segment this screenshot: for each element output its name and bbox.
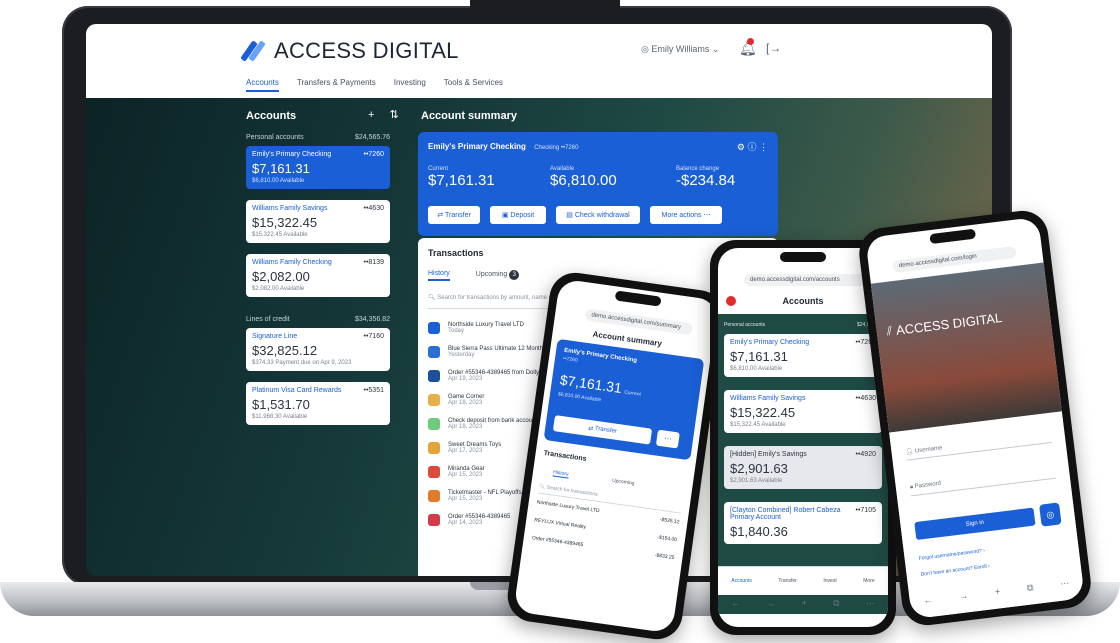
dynamic-island bbox=[780, 252, 826, 262]
more-icon[interactable]: ⋯ bbox=[1060, 578, 1070, 590]
summary-card: Emily's Primary Checking ••7260 $7,161.3… bbox=[543, 338, 705, 461]
tabbar-transfer[interactable]: Transfer bbox=[778, 578, 796, 584]
nav-transfers[interactable]: Transfers & Payments bbox=[297, 78, 376, 92]
more-button[interactable]: ⋯ bbox=[655, 429, 680, 449]
top-header: ACCESS DIGITAL ◎ Emily Williams ⌄ 🔔︎ [→ … bbox=[86, 24, 992, 98]
available-balance: Available $6,810.00 bbox=[550, 166, 617, 189]
brand-name: ACCESS DIGITAL bbox=[274, 38, 459, 63]
accounts-tools[interactable]: + ⇅ bbox=[368, 108, 405, 121]
notification-badge bbox=[747, 38, 754, 45]
summary-title: Account summary bbox=[421, 110, 517, 122]
balance-change: Balance change -$234.84 bbox=[676, 166, 736, 189]
new-tab-icon[interactable]: + bbox=[994, 586, 1001, 598]
deposit-button[interactable]: ▣ Deposit bbox=[490, 206, 546, 224]
address-bar[interactable]: demo.accessdigital.com/accounts bbox=[744, 274, 866, 286]
tabbar-invest[interactable]: Invest bbox=[823, 578, 836, 584]
new-tab-icon[interactable]: + bbox=[802, 598, 807, 609]
forward-icon[interactable]: → bbox=[959, 590, 969, 602]
transactions-title: Transactions bbox=[543, 449, 587, 463]
forward-icon[interactable]: → bbox=[766, 598, 775, 609]
tab-history[interactable]: History bbox=[552, 469, 569, 479]
password-field[interactable]: 🔒︎ Password bbox=[909, 466, 1056, 497]
tabbar-more[interactable]: More bbox=[863, 578, 874, 584]
nav-accounts[interactable]: Accounts bbox=[246, 78, 279, 92]
main-nav: Accounts Transfers & Payments Investing … bbox=[246, 78, 503, 92]
browser-toolbar: ← → + ⧉ ⋯ bbox=[718, 598, 888, 609]
logo-icon: ⫽ bbox=[885, 323, 893, 339]
biometric-button[interactable]: ◎ bbox=[1039, 502, 1062, 527]
hero-image bbox=[870, 262, 1062, 433]
forgot-credentials-link[interactable]: Forgot username/password? › bbox=[918, 548, 985, 562]
account-card[interactable]: Emily's Primary Checking ••7260 $7,161.31… bbox=[246, 146, 390, 189]
summary-card: Emily's Primary Checking Checking ••7260… bbox=[418, 132, 778, 236]
back-icon[interactable]: ← bbox=[731, 598, 740, 609]
transactions-tabs: History Upcoming 3 bbox=[428, 270, 520, 281]
accounts-title: Accounts bbox=[246, 110, 297, 122]
account-mask: ••7260 bbox=[562, 355, 578, 364]
user-menu[interactable]: ◎ Emily Williams ⌄ bbox=[641, 44, 719, 55]
transfer-button[interactable]: ⇄ Transfer bbox=[552, 415, 653, 445]
account-card[interactable]: [Clayton Combined] Robert Cabeza Primary… bbox=[724, 502, 882, 544]
section-header[interactable]: Personal accounts$24,565.76 bbox=[724, 322, 882, 328]
available-amount: $6,810.00 Available bbox=[557, 391, 602, 404]
transfer-button[interactable]: ⇄ Transfer bbox=[428, 206, 480, 224]
tab-bar: Accounts Transfer Invest More bbox=[718, 566, 888, 595]
check-withdrawal-button[interactable]: ▤ Check withdrawal bbox=[556, 206, 640, 224]
nav-investing[interactable]: Investing bbox=[394, 78, 426, 92]
login-form: 👤︎ Username 🔒︎ Password Sign in ◎ Forgot… bbox=[889, 411, 1085, 620]
phone-middle-screen: demo.accessdigital.com/accounts Accounts… bbox=[718, 248, 888, 627]
enroll-link[interactable]: Don't have an account? Enroll › bbox=[920, 563, 990, 577]
tab-upcoming[interactable]: Upcoming 3 bbox=[476, 270, 520, 281]
tab-upcoming[interactable]: Upcoming bbox=[612, 478, 635, 488]
brand-logo[interactable]: ACCESS DIGITAL bbox=[240, 38, 459, 64]
current-balance: Current $7,161.31 bbox=[428, 166, 495, 189]
camera-notch bbox=[470, 0, 620, 22]
summary-actions-icon[interactable]: ⚙ ⓘ ⋮ bbox=[737, 140, 768, 153]
back-icon[interactable]: ← bbox=[923, 595, 933, 607]
account-card[interactable]: Williams Family Savings ••4630 $15,322.45… bbox=[246, 200, 390, 243]
nav-tools[interactable]: Tools & Services bbox=[444, 78, 503, 92]
tabs-icon[interactable]: ⧉ bbox=[833, 598, 839, 609]
logout-icon[interactable]: [→ bbox=[766, 41, 781, 55]
summary-account-name[interactable]: Emily's Primary Checking Checking ••7260 bbox=[428, 142, 578, 151]
more-actions-button[interactable]: More actions ⋯ bbox=[650, 206, 722, 224]
username-field[interactable]: 👤︎ Username bbox=[905, 430, 1052, 461]
account-card[interactable]: Williams Family Checking ••8139 $2,082.00… bbox=[246, 254, 390, 297]
tabbar-accounts[interactable]: Accounts bbox=[731, 578, 752, 584]
credit-card[interactable]: Signature Line ••7160 $32,825.12 $374.33 … bbox=[246, 328, 390, 371]
tabs-icon[interactable]: ⧉ bbox=[1026, 582, 1034, 594]
transactions-title: Transactions bbox=[428, 248, 484, 258]
more-icon[interactable]: ⋯ bbox=[866, 598, 875, 609]
logo-icon bbox=[240, 40, 266, 62]
upcoming-count-badge: 3 bbox=[509, 270, 520, 280]
credit-section-header[interactable]: Lines of credit $34,356.82 bbox=[246, 316, 390, 323]
phone-right-screen: demo.accessdigital.com/login ⫽ ACCESS DIG… bbox=[865, 216, 1085, 620]
tab-history[interactable]: History bbox=[428, 270, 450, 281]
account-card[interactable]: Emily's Primary Checking ••7260 $7,161.31… bbox=[724, 334, 882, 377]
deposit-section-header[interactable]: Personal accounts $24,565.76 bbox=[246, 134, 390, 141]
sign-in-button[interactable]: Sign in bbox=[914, 507, 1036, 541]
credit-card[interactable]: Platinum Visa Card Rewards ••5351 $1,531.… bbox=[246, 382, 390, 425]
screen-title: Accounts bbox=[782, 296, 824, 306]
account-card[interactable]: Williams Family Savings ••4630 $15,322.45… bbox=[724, 390, 882, 433]
account-card-hidden[interactable]: [Hidden] Emily's Savings ••4920 $2,901.63… bbox=[724, 446, 882, 489]
browser-toolbar: ← → + ⧉ ⋯ bbox=[909, 576, 1083, 608]
transactions-tabs: History Upcoming bbox=[552, 469, 635, 488]
